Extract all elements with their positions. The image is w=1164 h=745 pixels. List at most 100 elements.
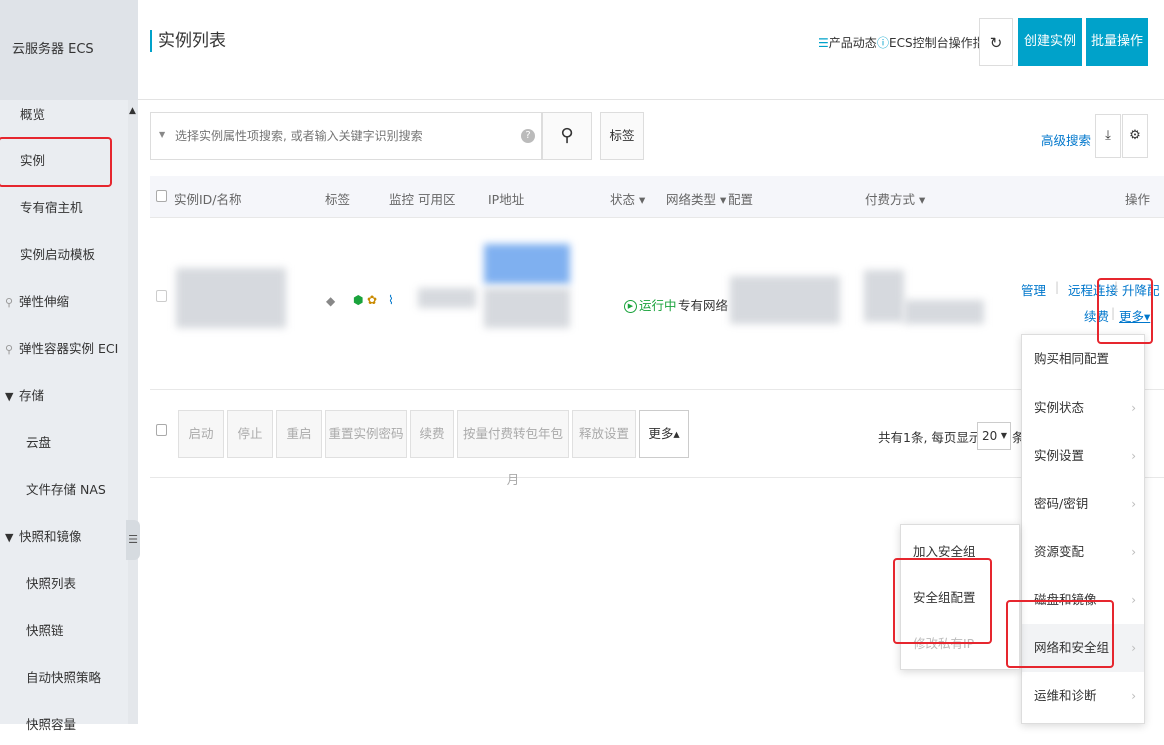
th-actions: 操作 <box>1125 192 1151 207</box>
page-title: 实例列表 <box>150 30 226 52</box>
caret-down-icon: ▼ <box>1000 431 1007 440</box>
renew-button[interactable]: 续费 <box>410 410 454 458</box>
renew-link[interactable]: 续费 <box>1084 306 1109 325</box>
list-icon: ☰ <box>818 36 829 50</box>
advanced-search-link[interactable]: 高级搜索 <box>1041 130 1091 149</box>
billing-redacted <box>904 300 984 324</box>
th-ip: IP地址 <box>488 192 525 207</box>
tag-filter-button[interactable]: 标签 <box>600 112 644 160</box>
network-type: 专有网络 <box>678 298 729 313</box>
submenu-join-security-group[interactable]: 加入安全组 <box>901 529 1019 575</box>
monitor-chart-icon[interactable]: ⌇ <box>388 293 394 307</box>
sidebar-scrollbar[interactable]: ▲ <box>128 100 138 724</box>
bulk-select-checkbox[interactable] <box>156 424 167 436</box>
sidebar-item-disk[interactable]: 云盘 <box>0 423 128 463</box>
sidebar-item-snapshot-list[interactable]: 快照列表 <box>0 564 128 604</box>
ip-redacted <box>484 288 570 328</box>
link-icon: ⚲ <box>5 343 14 356</box>
bulk-more-button[interactable]: 更多▴ <box>639 410 689 458</box>
gear-icon: ⚙ <box>1129 128 1141 143</box>
page-size-select[interactable]: 20 ▼ <box>977 422 1011 450</box>
export-button[interactable]: ⤓ <box>1095 114 1121 158</box>
play-icon: ▶ <box>624 300 637 313</box>
search-button[interactable]: ⚲ <box>542 112 592 160</box>
caret-down-icon: ▼ <box>5 390 14 403</box>
sidebar-title: 云服务器 ECS <box>0 0 138 100</box>
table-header: 实例ID/名称 标签 监控 可用区 IP地址 状态 ▾ 网络类型 ▾ 配置 付费… <box>150 176 1164 218</box>
submenu-security-group-config[interactable]: 安全组配置 <box>901 575 1019 621</box>
link-icon: ⚲ <box>5 296 14 309</box>
settings-button[interactable]: ⚙ <box>1122 114 1148 158</box>
reset-password-button[interactable]: 重置实例密码 <box>325 410 407 458</box>
stop-button[interactable]: 停止 <box>227 410 273 458</box>
chevron-right-icon: › <box>1131 641 1136 655</box>
pager-summary: 共有1条, 每页显示: <box>878 430 986 445</box>
row-checkbox[interactable] <box>156 290 167 302</box>
upgrade-downgrade-link[interactable]: 升降配 <box>1122 280 1160 299</box>
shield-icon[interactable]: ⬢ <box>353 293 363 307</box>
zone-redacted <box>418 288 476 308</box>
tag-icon[interactable]: ◆ <box>326 294 335 308</box>
sidebar-item-snapshot-capacity[interactable]: 快照容量 <box>0 705 128 745</box>
chevron-right-icon: › <box>1131 689 1136 703</box>
more-actions-menu: 购买相同配置 实例状态 › 实例设置 › 密码/密钥 › 资源变配 › 磁盘和镜像 › 网… <box>1021 334 1145 724</box>
more-actions-link[interactable]: 更多▾ <box>1119 306 1150 325</box>
sidebar-item-instances[interactable]: 实例 <box>0 141 128 181</box>
ip-redacted <box>484 244 570 284</box>
menu-item-ops-diagnose[interactable]: 运维和诊断 › <box>1022 672 1144 720</box>
search-box[interactable]: ▼ ? <box>150 112 542 160</box>
refresh-icon: ↻ <box>989 34 1003 52</box>
menu-item-network-security[interactable]: 网络和安全组 › <box>1022 624 1144 672</box>
start-button[interactable]: 启动 <box>178 410 224 458</box>
sidebar-item-dedicated-host[interactable]: 专有宿主机 <box>0 188 128 228</box>
sidebar-item-overview[interactable]: 概览 <box>0 95 128 135</box>
security-icon[interactable]: ✿ <box>367 293 377 307</box>
restart-button[interactable]: 重启 <box>276 410 322 458</box>
th-billing[interactable]: 付费方式 ▾ <box>865 189 925 208</box>
convert-billing-button[interactable]: 按量付费转包年包月 <box>457 410 569 487</box>
menu-item-instance-settings[interactable]: 实例设置 › <box>1022 432 1144 480</box>
th-monitor: 监控 <box>389 192 415 207</box>
sidebar-item-launch-template[interactable]: 实例启动模板 <box>0 235 128 275</box>
release-settings-button[interactable]: 释放设置 <box>572 410 636 458</box>
help-icon: ⓘ <box>877 36 890 50</box>
scroll-up-icon[interactable]: ▲ <box>129 106 136 116</box>
submenu-modify-private-ip: 修改私有IP <box>913 636 975 651</box>
sidebar-item-eci[interactable]: ⚲ 弹性容器实例 ECI <box>0 329 128 369</box>
remote-connect-link[interactable]: 远程连接 <box>1068 280 1118 299</box>
menu-item-buy-same[interactable]: 购买相同配置 <box>1022 335 1144 383</box>
chevron-right-icon: › <box>1131 497 1136 511</box>
chevron-right-icon: › <box>1131 593 1136 607</box>
config-redacted <box>730 276 840 324</box>
th-zone: 可用区 <box>418 192 456 207</box>
th-status[interactable]: 状态 ▾ <box>610 189 645 208</box>
caret-down-icon: ▼ <box>5 531 14 544</box>
batch-operations-button[interactable]: 批量操作 <box>1086 18 1148 66</box>
th-instance-id: 实例ID/名称 <box>174 192 242 207</box>
caret-down-icon[interactable]: ▼ <box>159 130 165 139</box>
billing-redacted <box>864 270 904 322</box>
sidebar-group-snapshots[interactable]: ▼ 快照和镜像 <box>0 517 128 557</box>
menu-item-password-key[interactable]: 密码/密钥 › <box>1022 480 1144 528</box>
bulk-action-bar: 启动 停止 重启 重置实例密码 续费 按量付费转包年包月 释放设置 更多▴ 共有… <box>150 400 1164 487</box>
sidebar-item-snapshot-chain[interactable]: 快照链 <box>0 611 128 651</box>
product-news-link[interactable]: ☰产品动态 <box>818 34 877 51</box>
create-instance-button[interactable]: 创建实例 <box>1018 18 1082 66</box>
chevron-right-icon: › <box>1131 545 1136 559</box>
search-icon: ⚲ <box>560 125 574 146</box>
question-icon[interactable]: ? <box>521 129 535 143</box>
menu-item-disk-image[interactable]: 磁盘和镜像 › <box>1022 576 1144 624</box>
sidebar-item-autoscaling[interactable]: ⚲ 弹性伸缩 <box>0 282 128 322</box>
sidebar-item-auto-snapshot[interactable]: 自动快照策略 <box>0 658 128 698</box>
manage-link[interactable]: 管理 <box>1021 280 1046 299</box>
refresh-button[interactable]: ↻ <box>979 18 1013 66</box>
sidebar-group-storage[interactable]: ▼ 存储 <box>0 376 128 416</box>
search-input[interactable] <box>151 113 491 159</box>
menu-item-instance-status[interactable]: 实例状态 › <box>1022 384 1144 432</box>
select-all-checkbox[interactable] <box>156 190 167 202</box>
sidebar: 云服务器 ECS ▲ 概览 实例 专有宿主机 实例启动模板 ⚲ 弹性伸缩 ⚲ 弹性容… <box>0 0 138 732</box>
menu-item-resource-change[interactable]: 资源变配 › <box>1022 528 1144 576</box>
page-header: 实例列表 ☰产品动态 ⓘECS控制台操作指南 ↻ 创建实例 批量操作 <box>138 0 1164 100</box>
th-network-type[interactable]: 网络类型 ▾ <box>666 189 726 208</box>
sidebar-item-nas[interactable]: 文件存储 NAS <box>0 470 128 510</box>
